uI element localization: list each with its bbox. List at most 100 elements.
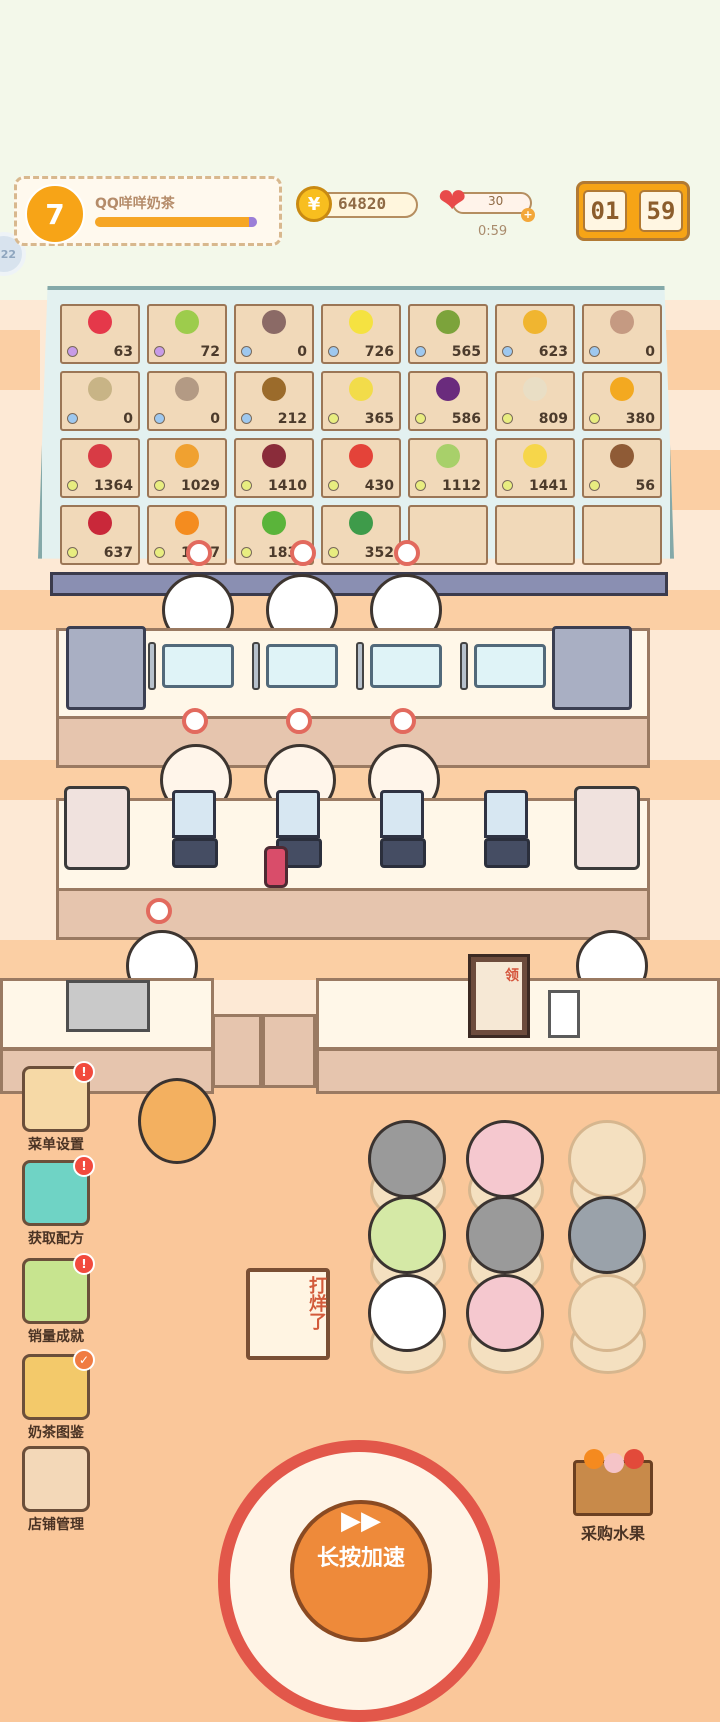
apple-icon [349, 444, 373, 468]
fruit-slot-mango[interactable]: 623 [495, 304, 575, 364]
cash-register[interactable] [66, 980, 150, 1032]
durian-icon [88, 377, 112, 401]
passion-fruit-icon [262, 444, 286, 468]
lychee-icon [610, 310, 634, 334]
customer-empty-bun-2[interactable] [568, 1274, 646, 1352]
level-card[interactable]: 7 QQ咩咩奶茶 [14, 176, 282, 246]
fruit-quantity: 1112 [442, 478, 481, 494]
cutting-board[interactable] [370, 644, 442, 688]
milk-tea-gallery-button[interactable]: ✓ 奶茶图鉴 [14, 1349, 98, 1442]
get-recipe-button[interactable]: ! 获取配方 [14, 1155, 98, 1248]
pomegranate-icon [88, 444, 112, 468]
fruit-case-base [50, 572, 668, 596]
fruit-slot-grape[interactable]: 586 [408, 371, 488, 431]
lime-icon [262, 511, 286, 535]
customer-parrot[interactable] [368, 1196, 446, 1274]
fruit-slot-green-fruit[interactable]: 72 [147, 304, 227, 364]
blender[interactable] [172, 790, 218, 868]
fruit-slot-pear[interactable]: 365 [321, 371, 401, 431]
heart-icon: ❤ [438, 181, 467, 221]
customer-empty-bun[interactable] [568, 1120, 646, 1198]
rarity-dot [502, 413, 513, 424]
knife [460, 642, 468, 690]
fruit-slot-empty[interactable] [495, 505, 575, 565]
customer-duck[interactable] [368, 1274, 446, 1352]
fruit-quantity: 430 [364, 478, 394, 494]
fruit-slot-cherry[interactable]: 637 [60, 505, 140, 565]
buy-fruit-button[interactable]: 采购水果 [568, 1449, 658, 1544]
sink-right[interactable] [552, 626, 632, 710]
notification-badge: ! [73, 1061, 95, 1083]
rarity-dot [67, 480, 78, 491]
cutting-board[interactable] [162, 644, 234, 688]
rarity-dot [328, 413, 339, 424]
worker-sheep-3[interactable] [368, 574, 444, 646]
fruit-slot-watermelon[interactable]: 352 [321, 505, 401, 565]
countdown-seconds: 59 [639, 190, 683, 232]
fruit-slot-pineapple[interactable]: 380 [582, 371, 662, 431]
fruit-slot-apple-core[interactable]: 809 [495, 371, 575, 431]
poster-text: 领 [505, 968, 519, 984]
menu-settings-button[interactable]: ! 菜单设置 [14, 1061, 98, 1154]
closed-sign[interactable]: 打烊了 [246, 1268, 330, 1360]
cutting-board[interactable] [266, 644, 338, 688]
fruit-slot-avocado[interactable]: 565 [408, 304, 488, 364]
cherry-icon [88, 511, 112, 535]
fruit-quantity: 1029 [181, 478, 220, 494]
fruit-quantity: 0 [123, 411, 133, 427]
fruit-slot-pomegranate[interactable]: 1364 [60, 438, 140, 498]
tiger-staff[interactable] [138, 1078, 216, 1164]
rarity-dot [589, 480, 600, 491]
coin-icon: ¥ [296, 186, 332, 222]
worker-sheep-1[interactable] [160, 574, 236, 646]
get-recipe-icon: ! [22, 1155, 95, 1226]
fruit-quantity: 352 [364, 545, 394, 561]
task-indicator [286, 708, 312, 734]
fruit-slot-papaya[interactable]: 1029 [147, 438, 227, 498]
sales-achievement-button[interactable]: ! 销量成就 [14, 1253, 98, 1346]
add-heart-button[interactable]: + [521, 208, 535, 222]
sky-background [0, 0, 720, 300]
blender[interactable] [484, 790, 530, 868]
fruit-slot-banana[interactable]: 1441 [495, 438, 575, 498]
cutting-board[interactable] [474, 644, 546, 688]
customer-koala-2[interactable] [466, 1196, 544, 1274]
sealer-machine-left[interactable] [64, 786, 130, 870]
rarity-dot [328, 480, 339, 491]
fruit-slot-strawberry[interactable]: 63 [60, 304, 140, 364]
fruit-slot-mangosteen[interactable]: 0 [234, 304, 314, 364]
orange-icon [175, 511, 199, 535]
fruit-quantity: 623 [538, 344, 568, 360]
promo-poster[interactable]: 领 [468, 954, 530, 1038]
lemon-icon [349, 310, 373, 334]
fruit-slot-lemon[interactable]: 726 [321, 304, 401, 364]
task-indicator [290, 540, 316, 566]
fruit-slot-chestnut[interactable]: 0 [147, 371, 227, 431]
juice-bottle[interactable] [264, 846, 288, 888]
fruit-quantity: 586 [451, 411, 481, 427]
customer-cat[interactable] [568, 1196, 646, 1274]
kiwi-icon [262, 377, 286, 401]
fruit-slot-passion-fruit[interactable]: 1410 [234, 438, 314, 498]
sink-left[interactable] [66, 626, 146, 710]
fruit-quantity: 365 [364, 411, 394, 427]
fruit-slot-coconut[interactable]: 56 [582, 438, 662, 498]
customer-koala[interactable] [368, 1120, 446, 1198]
fruit-slot-apple[interactable]: 430 [321, 438, 401, 498]
shop-management-button[interactable]: 店铺管理 [14, 1446, 98, 1534]
fruit-slot-empty[interactable] [408, 505, 488, 565]
fruit-slot-guava[interactable]: 1112 [408, 438, 488, 498]
fruit-slot-lychee[interactable]: 0 [582, 304, 662, 364]
fruit-quantity: 637 [103, 545, 133, 561]
rarity-dot [241, 547, 252, 558]
customer-pig[interactable] [466, 1120, 544, 1198]
fruit-slot-kiwi[interactable]: 212 [234, 371, 314, 431]
fruit-slot-empty[interactable] [582, 505, 662, 565]
rarity-dot [154, 480, 165, 491]
customer-pig-2[interactable] [466, 1274, 544, 1352]
blender[interactable] [380, 790, 426, 868]
fruit-slot-durian[interactable]: 0 [60, 371, 140, 431]
worker-sheep-2[interactable] [264, 574, 340, 646]
wall-tile [0, 590, 720, 630]
sealer-machine-right[interactable] [574, 786, 640, 870]
